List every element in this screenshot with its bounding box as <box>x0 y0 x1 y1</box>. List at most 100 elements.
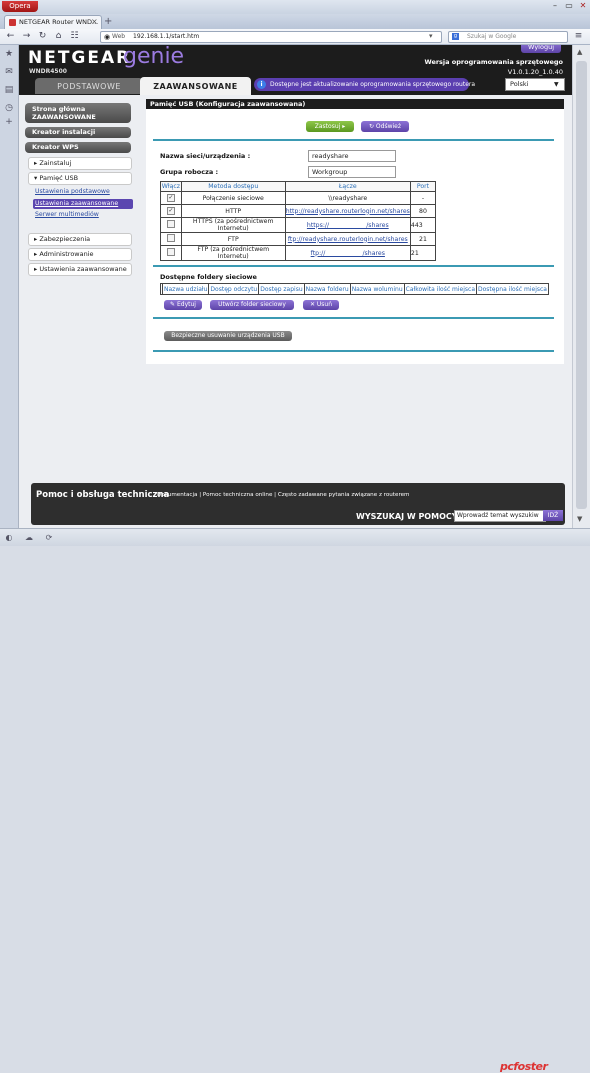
menu-icon[interactable]: ≡ <box>572 30 585 43</box>
enable-checkbox[interactable]: ✓ <box>166 194 175 202</box>
scroll-up-icon[interactable]: ▲ <box>577 48 582 56</box>
search-placeholder: Szukaj w Google <box>467 33 517 40</box>
column-header: Nazwa udziału <box>161 283 210 295</box>
scrollbar-thumb[interactable] <box>576 61 587 509</box>
table-row: FTP (za pośrednictwem Internetu) ftp://_… <box>160 245 437 261</box>
sidebar-item-usb-storage[interactable]: ▾ Pamięć USB <box>28 172 132 185</box>
column-header: Dostępna ilość miejsca <box>476 283 549 295</box>
enable-checkbox[interactable]: ✓ <box>166 207 175 215</box>
bookmarks-star-icon[interactable]: ★ <box>4 49 14 59</box>
opera-menu-button[interactable]: Opera <box>2 1 38 12</box>
vertical-scrollbar[interactable]: ▲ ▼ <box>572 45 590 528</box>
mode-tabs: PODSTAWOWE ZAAWANSOWANE i Dostępne jest … <box>19 77 572 95</box>
port-input[interactable]: 21 <box>411 250 419 257</box>
divider <box>153 139 554 141</box>
sync-icon[interactable]: ⟳ <box>44 533 54 542</box>
share-link[interactable]: https://____________/shares <box>307 222 389 229</box>
edit-button[interactable]: ✎ Edytuj <box>164 300 202 310</box>
sidebar-subitem-media-server[interactable]: Serwer multimediów <box>35 211 99 218</box>
sidebar-subitem-advanced-settings[interactable]: Ustawienia zaawansowane <box>35 200 118 207</box>
access-method: FTP <box>180 232 286 246</box>
help-search-go-button[interactable]: IDŹ <box>543 510 563 521</box>
help-search-input[interactable]: Wprowadź temat wyszukiw <box>454 510 546 522</box>
sidebar-item-wps-wizard[interactable]: Kreator WPS <box>25 142 131 153</box>
workgroup-input[interactable]: Workgroup <box>308 166 396 178</box>
cloud-icon[interactable]: ☁ <box>24 533 34 542</box>
help-search-label: WYSZUKAJ W POMOCY <box>356 512 458 521</box>
browser-tab[interactable]: NETGEAR Router WND... × <box>4 15 102 30</box>
share-link[interactable]: ftp://readyshare.routerlogin.net/shares <box>288 236 408 243</box>
history-icon[interactable]: ◷ <box>4 103 14 113</box>
sidebar-item-advanced-setup[interactable]: ▸ Ustawienia zaawansowane <box>28 263 132 276</box>
side-panel: ★ ✉ ▤ ◷ + <box>0 45 19 528</box>
enable-checkbox[interactable] <box>166 248 175 256</box>
folders-title: Dostępne foldery sieciowe <box>160 273 257 281</box>
device-name-input[interactable]: readyshare <box>308 150 396 162</box>
share-link[interactable]: http://readyshare.routerlogin.net/shares <box>286 208 410 215</box>
home-icon[interactable]: ⌂ <box>52 30 65 43</box>
firmware-label: Wersja oprogramowania sprzętowego <box>424 58 564 66</box>
sidebar-subitem-basic-settings[interactable]: Ustawienia podstawowe <box>35 188 110 195</box>
logout-button[interactable]: Wyloguj <box>521 45 561 53</box>
delete-button[interactable]: ✕ Usuń <box>303 300 339 310</box>
firmware-update-notice[interactable]: i Dostępne jest aktualizowanie oprogramo… <box>254 78 475 91</box>
close-window-icon[interactable]: ✕ <box>576 1 590 11</box>
maximize-icon[interactable]: ▭ <box>562 1 576 11</box>
column-header: Dostęp zapisu <box>258 283 305 295</box>
access-method: FTP (za pośrednictwem Internetu) <box>180 245 286 261</box>
globe-icon: ◉ <box>104 33 111 41</box>
address-url[interactable]: 192.168.1.1/start.htm <box>133 33 199 40</box>
language-select[interactable]: Polski ▼ <box>505 78 565 91</box>
share-link[interactable]: ftp://____________/shares <box>311 250 385 257</box>
add-panel-icon[interactable]: + <box>4 117 14 127</box>
share-link: \\readyshare <box>284 191 411 205</box>
access-method: HTTP <box>180 204 286 218</box>
table-row: ✓ Połączenie sieciowe \\readyshare - <box>160 191 437 205</box>
minimize-icon[interactable]: – <box>548 1 562 11</box>
new-tab-icon[interactable]: + <box>104 17 112 27</box>
close-tab-icon[interactable]: × <box>91 17 98 26</box>
chevron-down-icon[interactable]: ▾ <box>429 32 433 40</box>
divider <box>153 350 554 352</box>
panel-toggle-icon[interactable]: ◐ <box>4 533 14 542</box>
mail-icon[interactable]: ✉ <box>4 67 14 77</box>
refresh-icon: ↻ <box>368 123 376 130</box>
help-footer: Pomoc i obsługa techniczna Dokumentacja … <box>31 483 565 525</box>
refresh-button[interactable]: ↻ Odśwież <box>361 121 409 132</box>
speed-dial-icon[interactable]: ☷ <box>68 30 81 43</box>
search-field[interactable]: g Szukaj w Google <box>448 31 568 43</box>
sidebar-item-setup-wizard[interactable]: Kreator instalacji <box>25 127 131 138</box>
forward-icon[interactable]: → <box>20 30 33 43</box>
firmware-version: V1.0.1.20_1.0.40 <box>507 68 563 76</box>
safe-remove-usb-button[interactable]: Bezpieczne usuwanie urządzenia USB <box>164 331 292 341</box>
notes-icon[interactable]: ▤ <box>4 85 14 95</box>
usb-advanced-panel: Zastosuj ▸ ↻ Odśwież Nazwa sieci/urządze… <box>146 109 564 364</box>
reload-icon[interactable]: ↻ <box>36 30 49 43</box>
footer-links[interactable]: Dokumentacja | Pomoc techniczna online |… <box>157 492 410 498</box>
sidebar-item-setup[interactable]: ▸ Zainstaluj <box>28 157 132 170</box>
column-header: Łącze <box>284 181 411 192</box>
column-header: Całkowita ilość miejsca <box>403 283 478 295</box>
sidebar-item-security[interactable]: ▸ Zabezpieczenia <box>28 233 132 246</box>
port-input[interactable]: 443 <box>411 222 423 229</box>
sidebar-item-label: Kreator instalacji <box>32 128 96 136</box>
column-header: Nazwa folderu <box>303 283 351 295</box>
table-row: HTTPS (za pośrednictwem Internetu) https… <box>160 217 437 233</box>
apply-button[interactable]: Zastosuj ▸ <box>306 121 354 132</box>
address-bar[interactable]: ◉ Web 192.168.1.1/start.htm ▾ <box>100 31 442 43</box>
enable-checkbox[interactable] <box>166 220 175 228</box>
enable-checkbox[interactable] <box>166 234 175 242</box>
scroll-down-icon[interactable]: ▼ <box>577 515 582 523</box>
column-header: Metoda dostępu <box>180 181 286 192</box>
footer-title: Pomoc i obsługa techniczna <box>36 490 170 500</box>
chevron-down-icon: ▼ <box>554 81 559 88</box>
tab-basic[interactable]: PODSTAWOWE <box>35 78 143 94</box>
google-icon[interactable]: g <box>452 33 459 40</box>
sidebar-item-administration[interactable]: ▸ Administrowanie <box>28 248 132 261</box>
back-icon[interactable]: ← <box>4 30 17 43</box>
tab-advanced[interactable]: ZAAWANSOWANE <box>140 77 251 95</box>
create-folder-button[interactable]: Utwórz folder sieciowy <box>210 300 294 310</box>
sidebar-item-home[interactable]: Strona główna ZAAWANSOWANE <box>25 103 131 123</box>
access-methods-table: Włącz Metoda dostępu Łącze Port ✓ Połącz… <box>160 181 437 261</box>
sidebar-item-label: Kreator WPS <box>32 143 79 151</box>
